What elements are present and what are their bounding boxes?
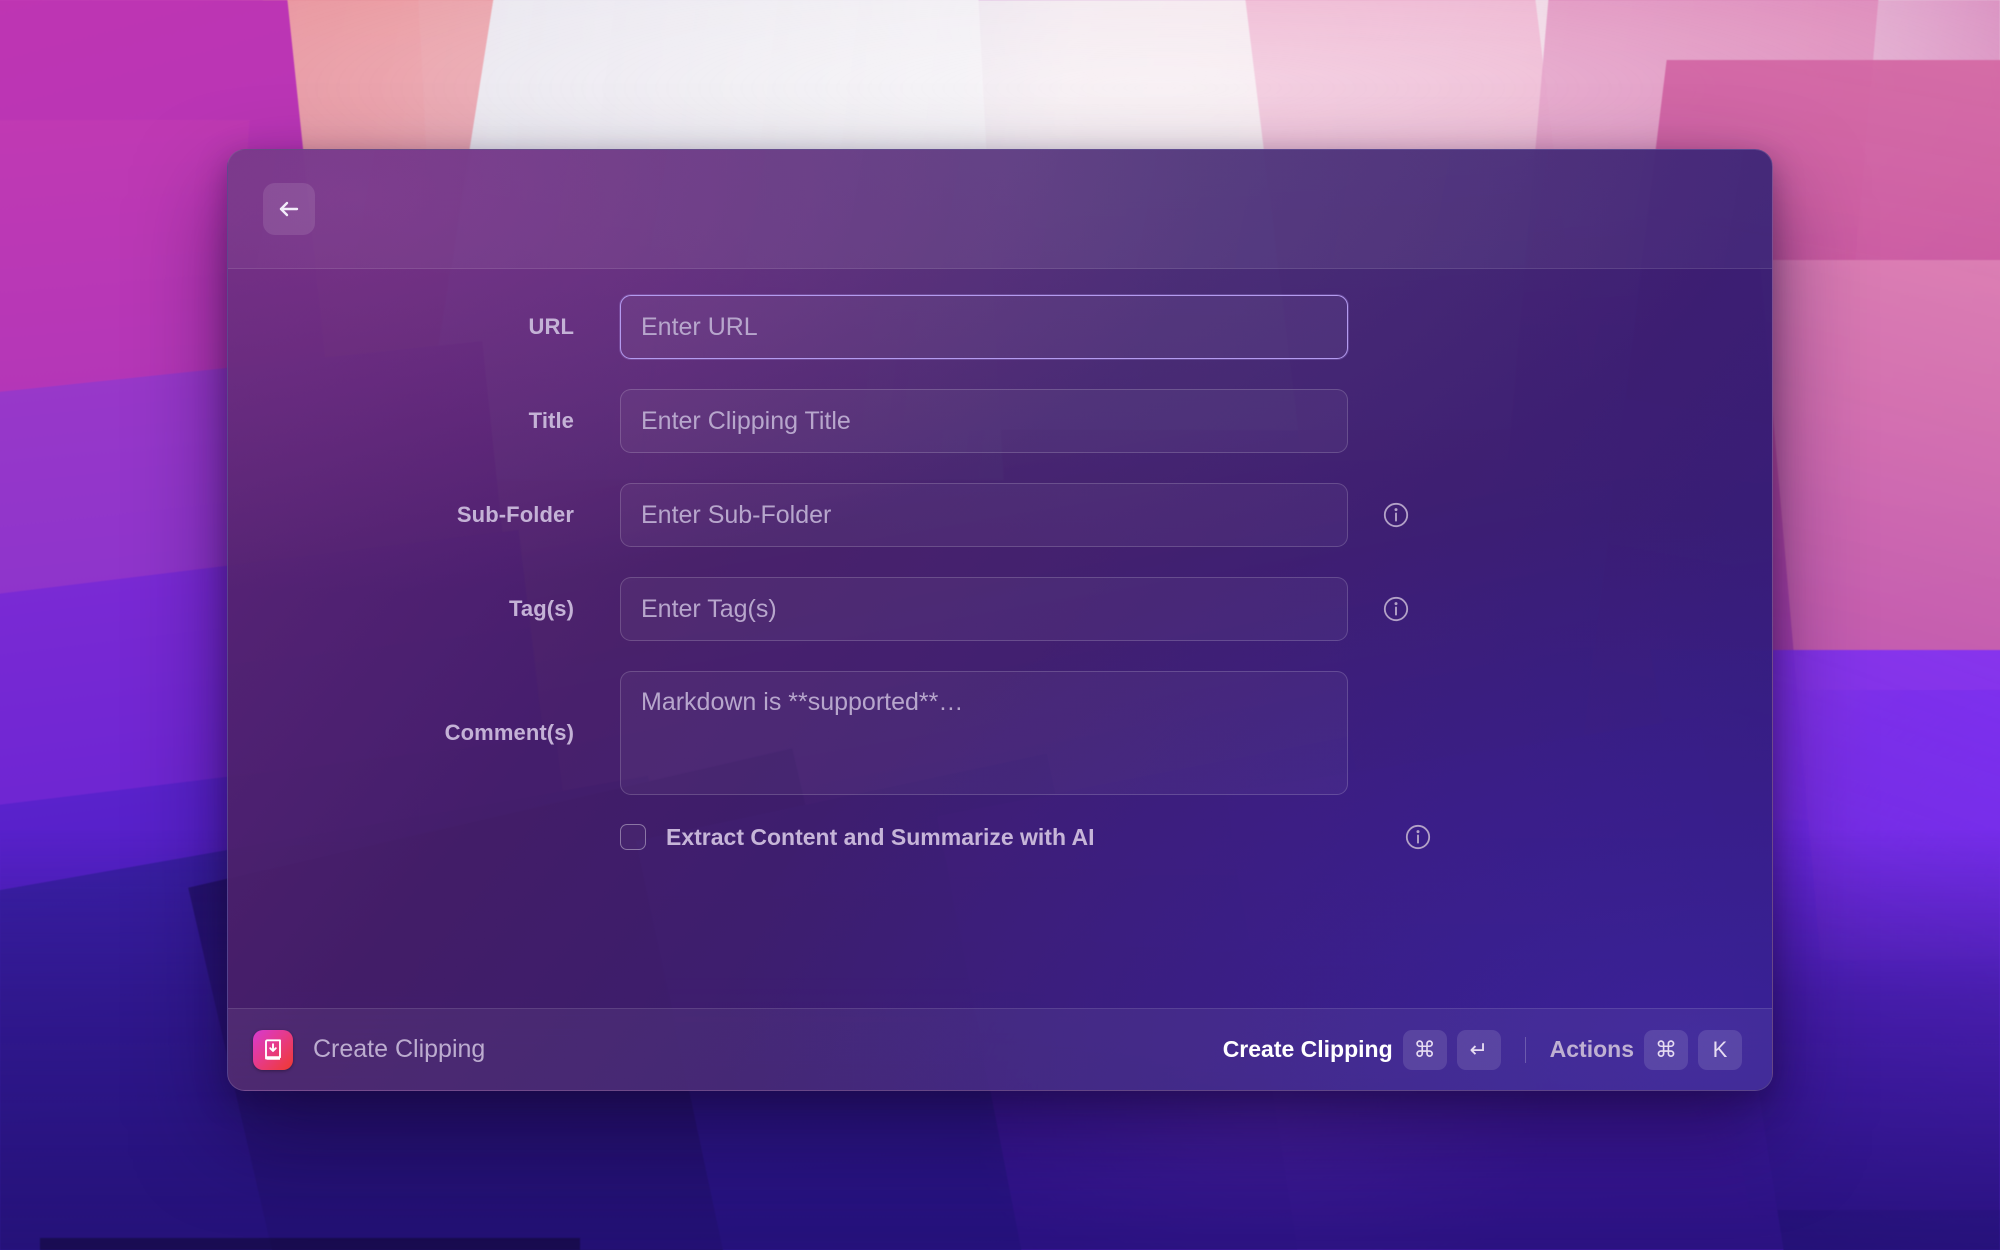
clipping-book-icon [253,1029,293,1070]
comments-textarea[interactable]: Markdown is **supported**… [620,671,1348,795]
form-row-tags: Tag(s) Enter Tag(s) [228,577,1772,641]
window-footer: Create Clipping Create Clipping ⌘ ↵ Acti… [228,1008,1772,1090]
command-key-chip[interactable]: ⌘ [1644,1029,1688,1070]
label-title: Title [528,408,574,433]
info-circle-icon[interactable] [1404,823,1432,851]
footer-separator [1524,1036,1526,1063]
extract-summarize-checkbox[interactable] [620,824,646,850]
footer-app-title: Create Clipping [313,1035,486,1063]
actions-label: Actions [1549,1036,1634,1062]
url-input[interactable]: Enter URL [620,295,1348,359]
k-key-chip[interactable]: K [1698,1029,1742,1070]
primary-action-group[interactable]: Create Clipping ⌘ ↵ [1222,1029,1501,1070]
row-spacer [228,359,1772,389]
form-row-subfolder: Sub-Folder Enter Sub-Folder [228,483,1772,547]
row-spacer [228,641,1772,671]
field-wrap-subfolder: Enter Sub-Folder [620,483,1409,547]
field-wrap-comments: Markdown is **supported**… [620,671,1348,795]
back-button[interactable] [263,183,315,235]
create-clipping-window: URL Enter URL Title Enter Clipping Title… [227,149,1773,1091]
clipping-form: URL Enter URL Title Enter Clipping Title… [228,269,1772,1008]
form-row-comments: Comment(s) Markdown is **supported**… [228,671,1772,795]
extract-summarize-label[interactable]: Extract Content and Summarize with AI [666,824,1095,851]
command-key-chip[interactable]: ⌘ [1402,1029,1447,1070]
footer-actions: Create Clipping ⌘ ↵ Actions ⌘ K [1222,1029,1742,1070]
window-header [228,150,1772,269]
extract-summarize-row: Extract Content and Summarize with AI [228,823,1772,851]
arrow-left-icon [276,196,302,222]
tags-input[interactable]: Enter Tag(s) [620,577,1348,641]
label-sub-folder: Sub-Folder [456,502,574,527]
row-spacer [228,547,1772,577]
return-key-chip[interactable]: ↵ [1456,1029,1501,1070]
field-wrap-url: Enter URL [620,295,1348,359]
form-row-url: URL Enter URL [228,295,1772,359]
label-tags: Tag(s) [509,596,574,621]
form-row-title: Title Enter Clipping Title [228,389,1772,453]
row-spacer [228,453,1772,483]
primary-action-label: Create Clipping [1222,1036,1393,1062]
label-url: URL [528,314,574,339]
info-circle-icon[interactable] [1382,595,1410,623]
field-wrap-title: Enter Clipping Title [620,389,1348,453]
info-circle-icon[interactable] [1382,501,1410,529]
label-comments: Comment(s) [444,720,574,745]
secondary-action-group[interactable]: Actions ⌘ K [1549,1029,1742,1070]
desktop-bottom-edge [40,1238,580,1250]
title-input[interactable]: Enter Clipping Title [620,389,1348,453]
sub-folder-input[interactable]: Enter Sub-Folder [620,483,1348,547]
field-wrap-tags: Enter Tag(s) [620,577,1409,641]
